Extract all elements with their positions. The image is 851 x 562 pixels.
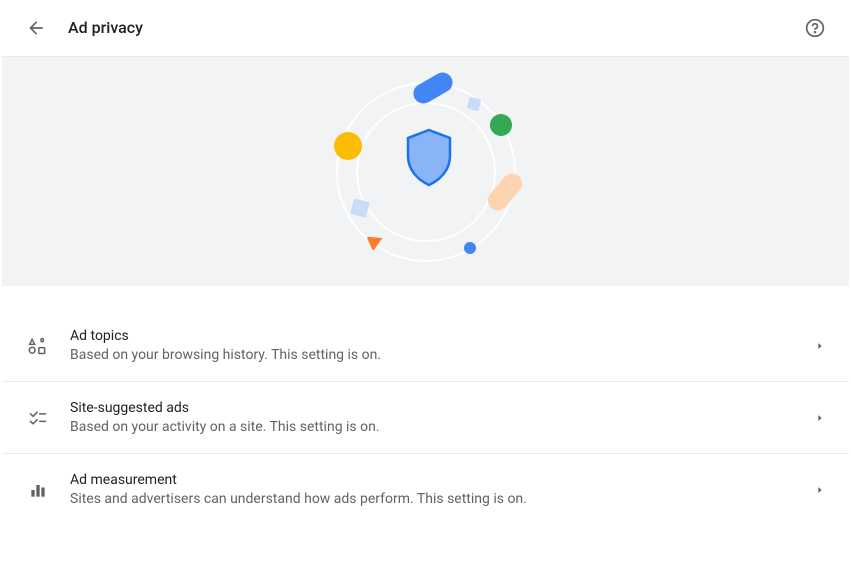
- setting-title: Ad topics: [70, 328, 815, 344]
- ad-measurement-icon: [26, 478, 50, 502]
- page-header: Ad privacy: [0, 0, 851, 56]
- hero-banner: [2, 56, 849, 286]
- arrow-back-icon: [26, 18, 46, 38]
- chevron-right-icon: [815, 413, 825, 423]
- chevron-right-icon: [815, 485, 825, 495]
- setting-description: Sites and advertisers can understand how…: [70, 491, 815, 507]
- chevron-right-icon: [815, 341, 825, 351]
- setting-text: Ad topics Based on your browsing history…: [70, 328, 815, 363]
- shield-icon: [404, 128, 454, 188]
- settings-list: Ad topics Based on your browsing history…: [2, 310, 849, 525]
- setting-title: Site-suggested ads: [70, 400, 815, 416]
- privacy-illustration: [316, 72, 536, 272]
- setting-site-suggested-ads[interactable]: Site-suggested ads Based on your activit…: [2, 382, 849, 454]
- help-button[interactable]: [797, 10, 833, 46]
- setting-ad-topics[interactable]: Ad topics Based on your browsing history…: [2, 310, 849, 382]
- setting-text: Site-suggested ads Based on your activit…: [70, 400, 815, 435]
- setting-title: Ad measurement: [70, 472, 815, 488]
- back-button[interactable]: [18, 10, 54, 46]
- page-title: Ad privacy: [68, 18, 143, 37]
- help-icon: [805, 18, 825, 38]
- ad-topics-icon: [26, 334, 50, 358]
- setting-description: Based on your activity on a site. This s…: [70, 419, 815, 435]
- setting-text: Ad measurement Sites and advertisers can…: [70, 472, 815, 507]
- site-suggested-ads-icon: [26, 406, 50, 430]
- setting-ad-measurement[interactable]: Ad measurement Sites and advertisers can…: [2, 454, 849, 525]
- setting-description: Based on your browsing history. This set…: [70, 347, 815, 363]
